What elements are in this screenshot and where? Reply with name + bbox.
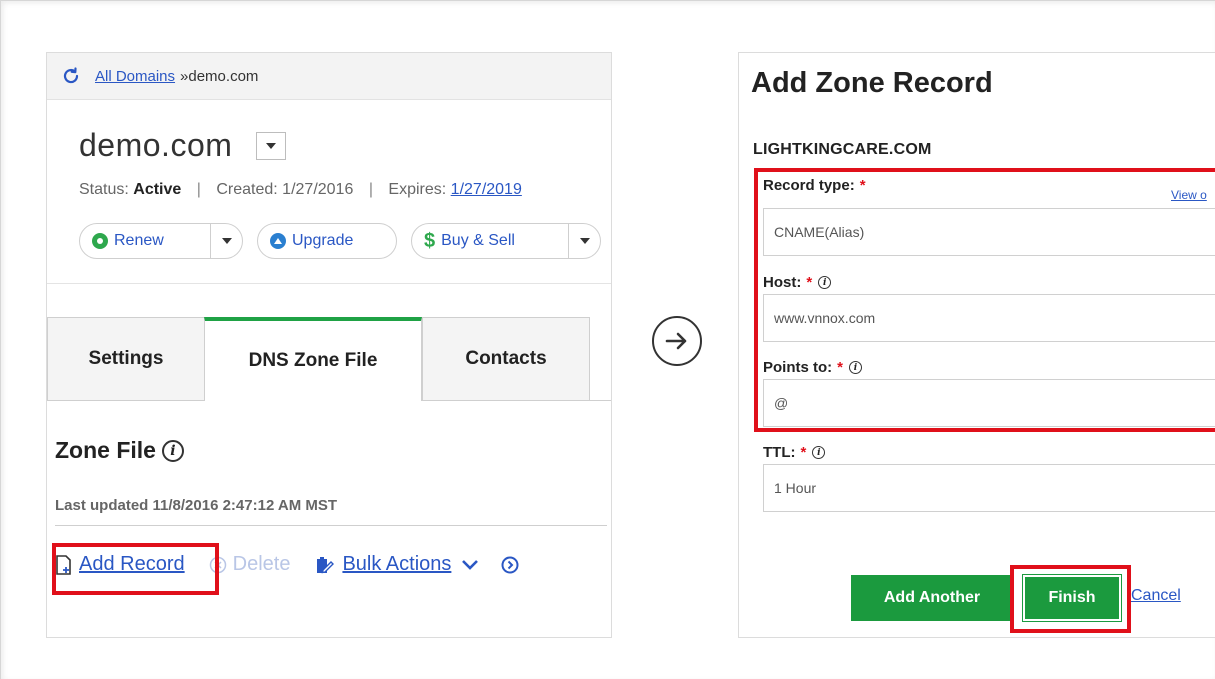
zone-file-title: Zone File (55, 437, 156, 463)
upgrade-label: Upgrade (292, 232, 354, 249)
status-label: Status: (79, 181, 129, 198)
arrow-right-icon (652, 316, 702, 366)
bulk-actions-button[interactable]: Bulk Actions (314, 553, 479, 576)
delete-button[interactable]: Delete (209, 553, 291, 576)
refresh-icon[interactable] (61, 66, 81, 86)
highlight-box-add-record (52, 543, 219, 595)
upgrade-icon (270, 233, 286, 249)
dollar-icon: $ (424, 229, 436, 252)
tab-label: Contacts (465, 348, 547, 369)
ttl-select[interactable] (763, 464, 1215, 512)
domain-tabs: Settings DNS Zone File Contacts (47, 317, 611, 401)
tab-label: DNS Zone File (248, 350, 378, 371)
tab-settings[interactable]: Settings (47, 317, 205, 401)
separator: | (196, 181, 201, 198)
breadcrumb-current: demo.com (188, 67, 259, 85)
cancel-link[interactable]: Cancel (1131, 587, 1181, 605)
ttl-label: TTL: * i (763, 444, 826, 461)
add-another-button[interactable]: Add Another (851, 575, 1013, 621)
chevron-down-icon (266, 142, 277, 149)
divider (55, 525, 607, 526)
chevron-down-icon (221, 238, 232, 244)
form-title: Add Zone Record (751, 67, 993, 99)
delete-label: Delete (232, 553, 291, 575)
bulk-actions-link[interactable]: Bulk Actions (342, 553, 451, 576)
form-domain: LIGHTKINGCARE.COM (753, 141, 932, 158)
highlight-box-record-fields (754, 168, 1215, 432)
info-icon[interactable]: i (161, 439, 184, 462)
domain-dropdown-button[interactable] (256, 131, 287, 160)
last-updated-text: Last updated 11/8/2016 2:47:12 AM MST (55, 497, 338, 514)
breadcrumb-all-domains-link[interactable]: All Domains (95, 68, 175, 85)
domain-header: demo.com (79, 127, 287, 164)
label-text: TTL: (763, 444, 796, 461)
domain-actions: Renew Upgrade $ Buy & Sell (79, 223, 611, 259)
chevron-right-circle-icon[interactable] (501, 556, 519, 574)
expires-label: Expires: (388, 181, 447, 198)
divider (47, 283, 611, 284)
breadcrumb: All Domains » demo.com (47, 53, 611, 100)
clipboard-edit-icon (317, 556, 335, 573)
tabs-baseline (422, 400, 611, 401)
separator: | (368, 181, 373, 198)
tabs-baseline (47, 400, 204, 401)
zone-file-heading: Zone File i (55, 437, 184, 464)
breadcrumb-separator: » (180, 67, 189, 85)
renew-button[interactable]: Renew (79, 223, 243, 259)
tab-label: Settings (88, 348, 164, 369)
info-icon[interactable]: i (812, 446, 826, 459)
domain-status-row: Status: Active | Created: 1/27/2016 | Ex… (79, 181, 522, 199)
required-mark: * (800, 444, 807, 461)
renew-dropdown[interactable] (210, 223, 242, 259)
chevron-down-icon (579, 238, 590, 244)
renew-icon (92, 233, 108, 249)
status-value: Active (133, 181, 182, 198)
tab-contacts[interactable]: Contacts (422, 317, 590, 401)
created-date: Created: 1/27/2016 (216, 181, 354, 198)
expires-date-link[interactable]: 1/27/2019 (451, 181, 522, 198)
buy-sell-label: Buy & Sell (441, 232, 515, 249)
buy-sell-button[interactable]: $ Buy & Sell (411, 223, 601, 259)
renew-label: Renew (114, 232, 164, 249)
upgrade-button[interactable]: Upgrade (257, 223, 397, 259)
buy-sell-dropdown[interactable] (568, 223, 600, 259)
domain-title: demo.com (79, 127, 233, 163)
tab-dns-zone-file[interactable]: DNS Zone File (204, 317, 422, 401)
chevron-down-icon (462, 559, 479, 570)
highlight-box-finish (1010, 565, 1131, 633)
